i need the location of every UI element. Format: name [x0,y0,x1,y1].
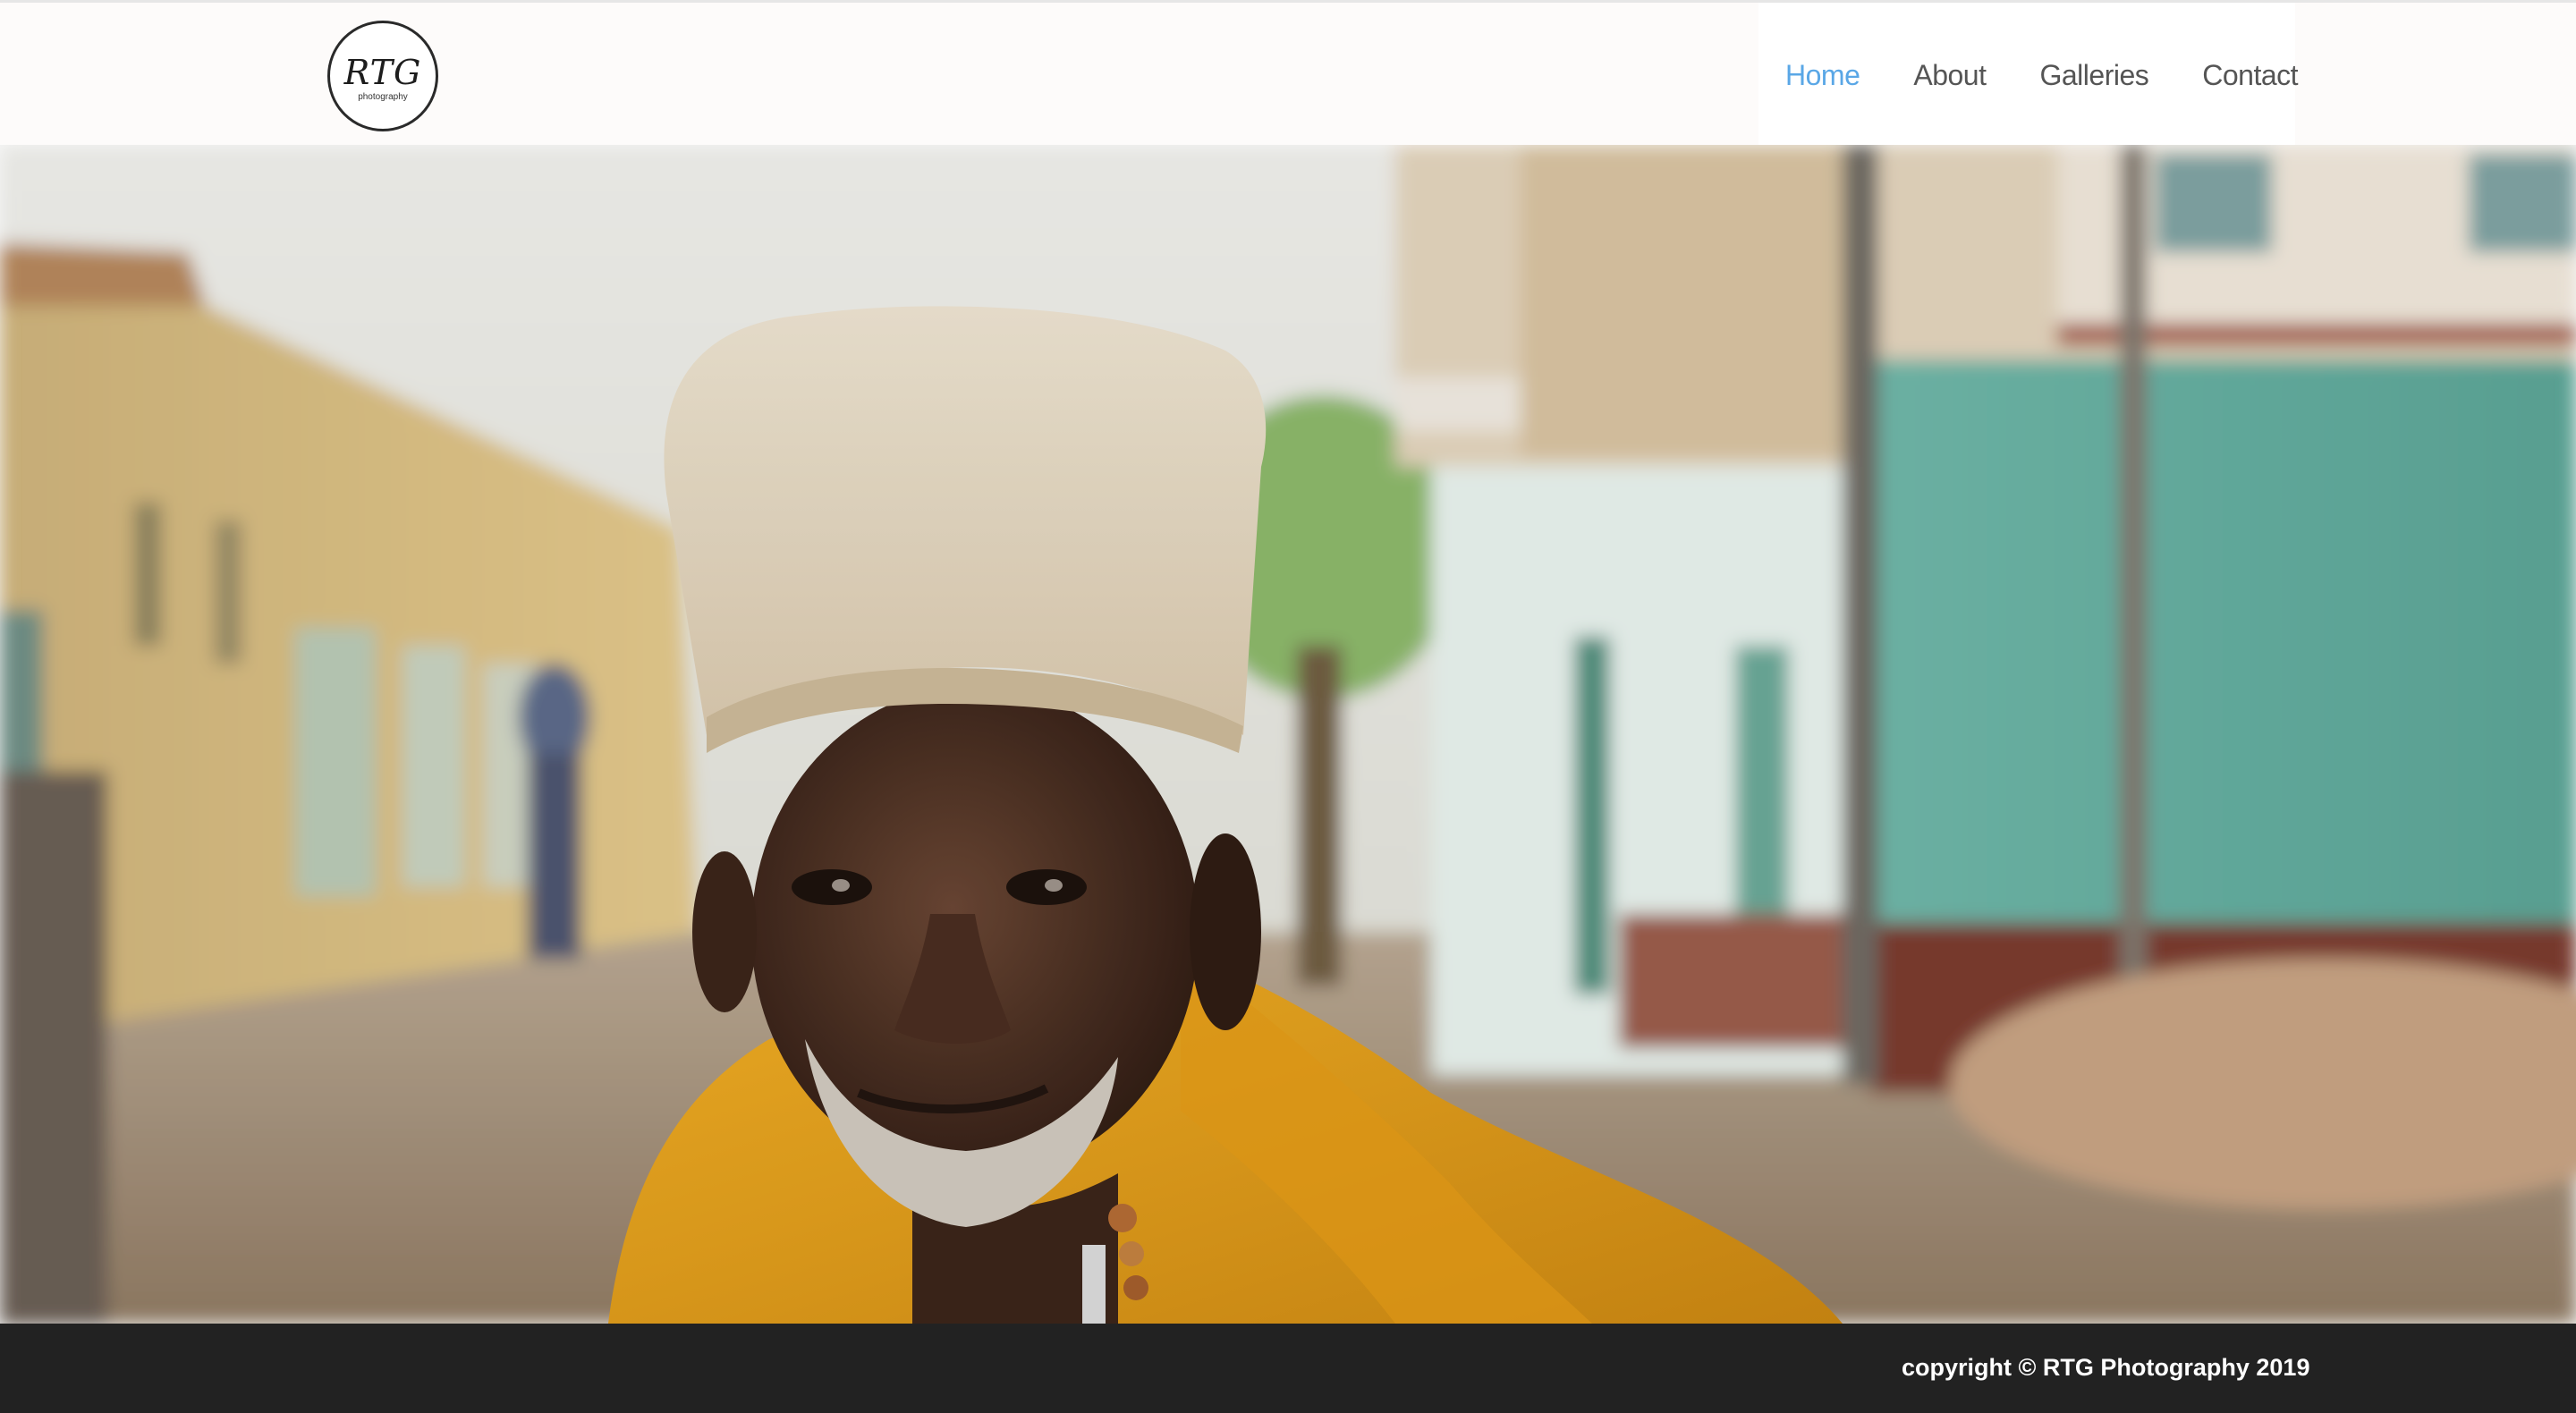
logo-subtitle: photography [358,92,408,102]
nav-contact[interactable]: Contact [2202,59,2298,92]
site-logo[interactable]: RTG photography [327,21,438,131]
page: RTG photography Home About Galleries Con… [0,0,2576,1413]
hero-slideshow[interactable] [0,145,2576,1324]
nav-galleries[interactable]: Galleries [2039,59,2148,92]
logo-mark: RTG [343,53,422,92]
main-nav: Home About Galleries Contact [1758,3,2299,148]
copyright-text: copyright © RTG Photography 2019 [1902,1354,2310,1381]
site-footer: copyright © RTG Photography 2019 [0,1324,2576,1413]
hero-photo [0,145,2576,1324]
nav-about[interactable]: About [1913,59,1987,92]
site-header: RTG photography Home About Galleries Con… [0,0,2576,148]
nav-home[interactable]: Home [1785,59,1860,92]
